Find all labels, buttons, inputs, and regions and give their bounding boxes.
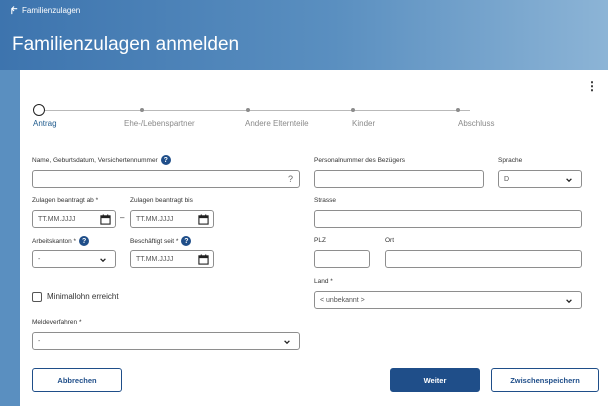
zulagen-bis-date-input[interactable]: TT.MM.JJJJ: [130, 210, 214, 228]
step-marker-abschluss: [456, 108, 460, 112]
minimallohn-checkbox[interactable]: [32, 292, 42, 302]
chevron-down-icon: [100, 258, 106, 263]
zulagen-ab-date-input[interactable]: TT.MM.JJJJ: [32, 210, 116, 228]
zulagen-ab-label: Zulagen beantragt ab *: [32, 197, 99, 204]
step-label-ehe[interactable]: Ehe-/Lebenspartner: [124, 119, 195, 128]
page-title: Familienzulagen anmelden: [12, 34, 240, 55]
chevron-down-icon: [284, 340, 290, 345]
personalnummer-input[interactable]: [314, 170, 484, 188]
step-marker-ehe: [140, 108, 144, 112]
name-label: Name, Geburtsdatum, Versichertennummer ?: [32, 155, 171, 165]
chevron-down-icon: [566, 299, 572, 304]
sprache-label: Sprache: [498, 157, 523, 164]
beschaeftigt-label: Beschäftigt seit * ?: [130, 236, 192, 246]
more-options-icon[interactable]: ⋮: [586, 80, 598, 92]
stepper-track: [38, 110, 470, 111]
help-icon[interactable]: ?: [79, 236, 90, 246]
ort-input[interactable]: [385, 250, 582, 268]
help-icon[interactable]: ?: [181, 236, 192, 246]
save-draft-button[interactable]: Zwischenspeichern: [491, 368, 599, 392]
calendar-icon[interactable]: [198, 254, 209, 265]
plz-input[interactable]: [314, 250, 370, 268]
back-link-label: Familienzulagen: [22, 6, 81, 15]
step-marker-elternteile: [246, 108, 250, 112]
name-search-help-suffix: ?: [287, 174, 293, 184]
next-button[interactable]: Weiter: [390, 368, 480, 392]
chevron-down-icon: [566, 178, 572, 183]
step-marker-kinder: [351, 108, 355, 112]
step-label-antrag[interactable]: Antrag: [33, 119, 57, 128]
arbeitskanton-select[interactable]: -: [32, 250, 116, 268]
calendar-icon[interactable]: [100, 214, 111, 225]
minimallohn-label: Minimallohn erreicht: [47, 292, 119, 301]
step-label-abschluss[interactable]: Abschluss: [458, 119, 494, 128]
personalnummer-label: Personalnummer des Bezügers: [314, 157, 406, 164]
meldeverfahren-label: Meldeverfahren *: [32, 319, 82, 326]
strasse-label: Strasse: [314, 197, 337, 204]
land-select[interactable]: < unbekannt >: [314, 291, 582, 309]
back-link[interactable]: Familienzulagen: [10, 6, 80, 15]
step-marker-antrag: [33, 104, 45, 116]
calendar-icon[interactable]: [198, 214, 209, 225]
step-label-elternteile[interactable]: Andere Elternteile: [245, 119, 309, 128]
sprache-select[interactable]: D: [498, 170, 582, 188]
form-panel: ⋮ Antrag Ehe-/Lebenspartner Andere Elter…: [20, 70, 608, 406]
help-icon[interactable]: ?: [160, 155, 171, 165]
ort-label: Ort: [385, 237, 395, 244]
cancel-button[interactable]: Abbrechen: [32, 368, 122, 392]
plz-label: PLZ: [314, 237, 326, 244]
beschaeftigt-date-input[interactable]: TT.MM.JJJJ: [130, 250, 214, 268]
step-label-kinder[interactable]: Kinder: [352, 119, 375, 128]
zulagen-bis-label: Zulagen beantragt bis: [130, 197, 193, 204]
meldeverfahren-select[interactable]: -: [32, 332, 300, 350]
strasse-input[interactable]: [314, 210, 582, 228]
land-label: Land *: [314, 278, 333, 285]
back-arrow-icon: [11, 6, 18, 15]
name-search-input[interactable]: ?: [32, 170, 300, 188]
date-range-separator: –: [120, 213, 125, 222]
page-header: Familienzulagen Familienzulagen anmelden: [0, 0, 608, 70]
arbeitskanton-label: Arbeitskanton * ?: [32, 236, 90, 246]
